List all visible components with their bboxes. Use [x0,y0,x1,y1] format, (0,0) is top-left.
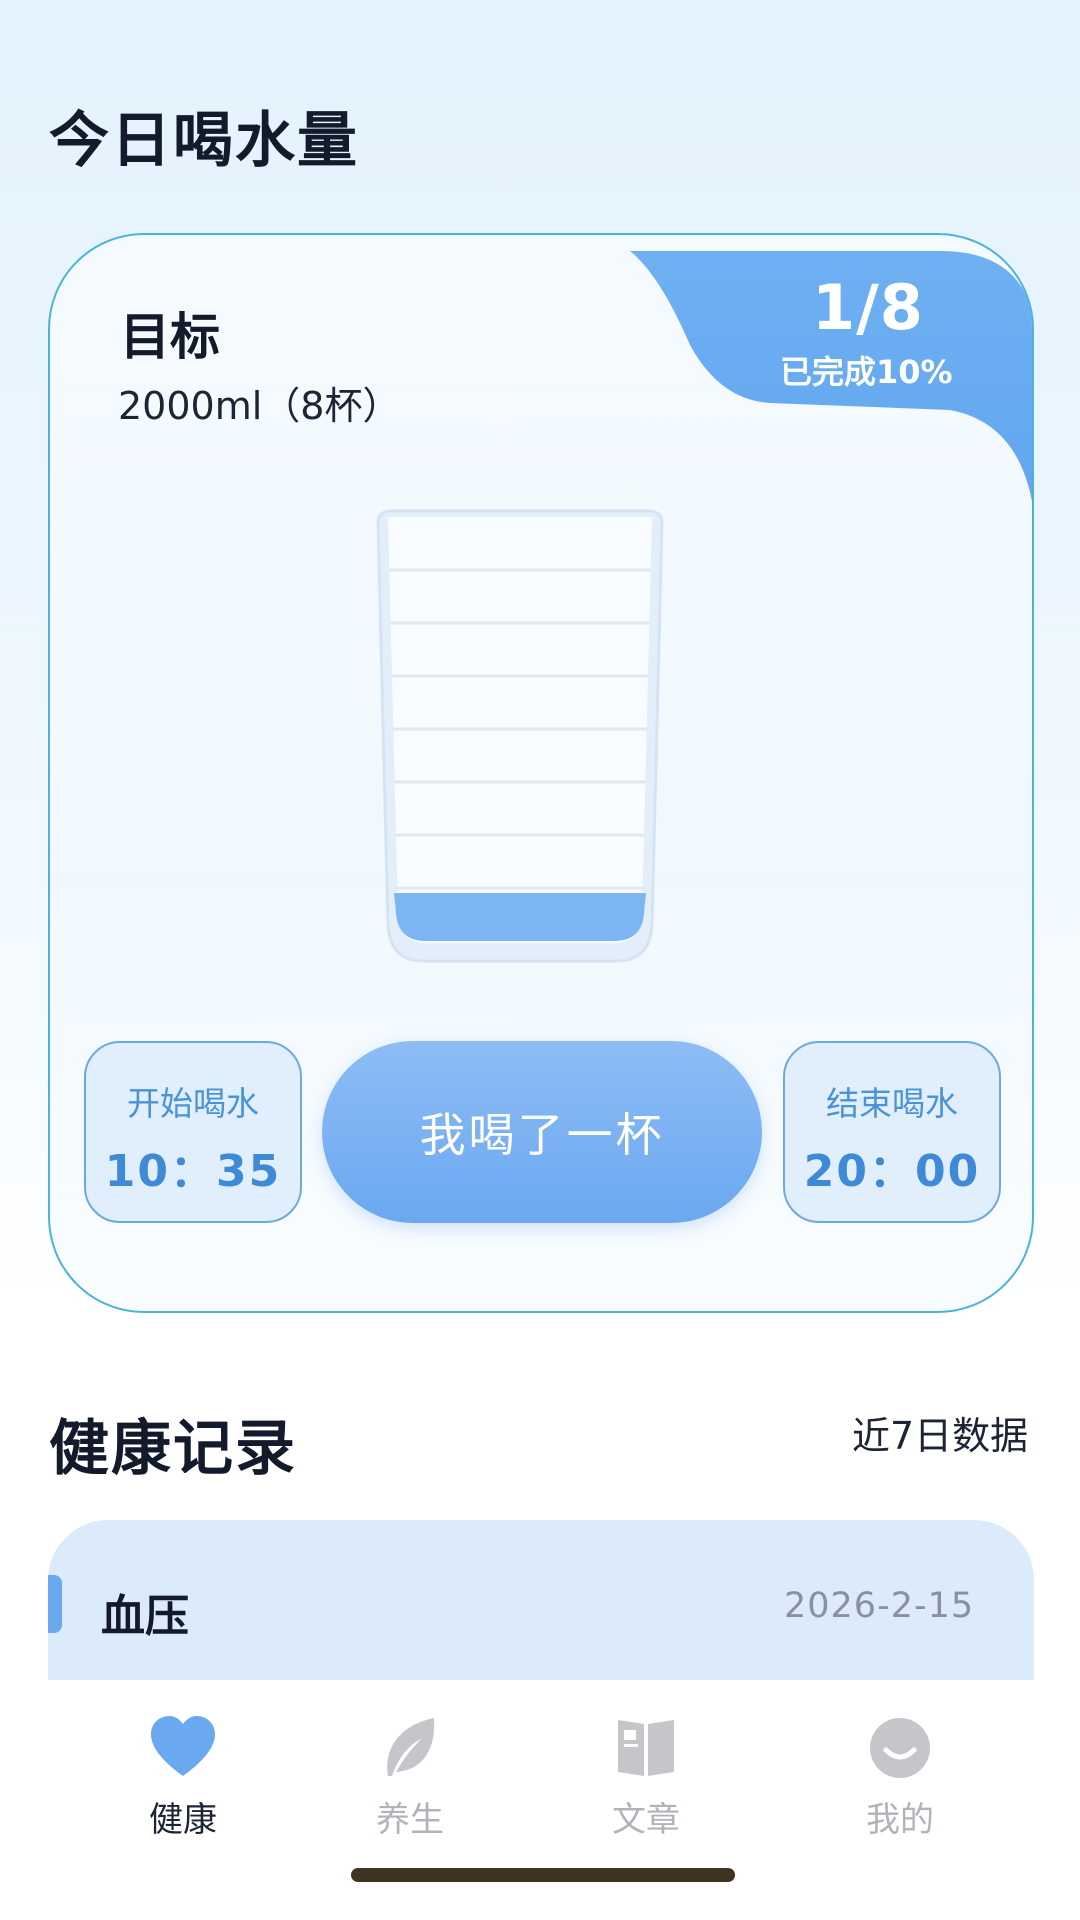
end-drinking-value: 20：00 [803,1146,981,1197]
nav-label-articles: 文章 [612,1800,680,1840]
smile-icon [870,1718,930,1778]
water-glass [376,509,664,963]
progress-count: 1/8 [812,271,924,344]
nav-label-health: 健康 [149,1800,217,1840]
drink-one-cup-button[interactable]: 我喝了一杯 [322,1041,762,1223]
book-icon [618,1720,674,1776]
record-item-blood-pressure[interactable]: 血压 2026-2-15 [48,1520,1034,1680]
nav-item-wellness[interactable]: 养生 [310,1712,510,1842]
goal-value: 2000ml（8杯） [118,384,401,428]
nav-item-health[interactable]: 健康 [83,1712,283,1842]
health-records-title: 健康记录 [49,1414,297,1484]
nav-label-mine: 我的 [866,1800,934,1840]
start-drinking-value: 10：35 [104,1146,282,1197]
nav-item-mine[interactable]: 我的 [800,1712,1000,1842]
leaf-icon [387,1718,435,1776]
start-drinking-label: 开始喝水 [127,1084,259,1123]
record-date: 2026-2-15 [784,1586,975,1626]
records-range-link[interactable]: 近7日数据 [852,1405,1028,1460]
water-fill [394,893,646,941]
end-drinking-time[interactable]: 结束喝水 20：00 [783,1041,1001,1223]
progress-percent: 已完成10% [780,353,953,391]
start-drinking-time[interactable]: 开始喝水 10：35 [84,1041,302,1223]
nav-item-articles[interactable]: 文章 [546,1712,746,1842]
end-drinking-label: 结束喝水 [826,1084,958,1123]
heart-icon [151,1716,215,1776]
record-name: 血压 [101,1591,189,1642]
page-title: 今日喝水量 [49,106,359,176]
goal-label: 目标 [120,308,220,366]
record-accent-bar [48,1575,62,1633]
home-indicator [351,1868,735,1882]
nav-label-wellness: 养生 [376,1800,444,1840]
water-intake-card: 目标 2000ml（8杯） 1/8 已完成10% 开始喝水 10：35 我喝了一… [48,233,1034,1313]
bottom-nav: 健康 养生 文章 我的 [0,1682,1080,1920]
